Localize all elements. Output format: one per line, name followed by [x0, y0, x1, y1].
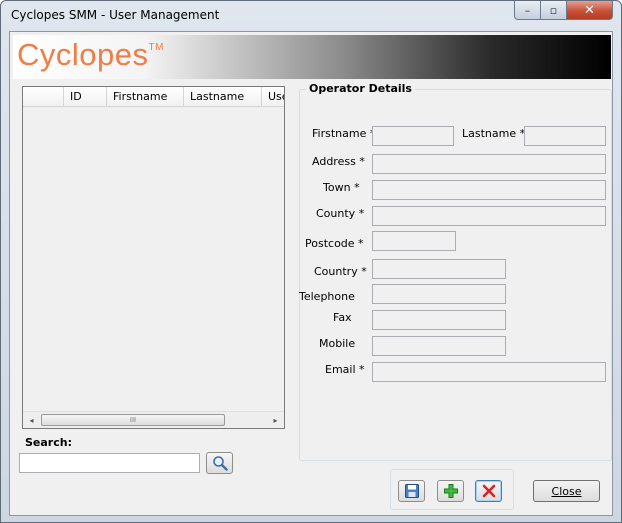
town-label: Town * [323, 181, 360, 194]
save-button[interactable] [398, 480, 425, 502]
fax-label: Fax [333, 311, 352, 324]
firstname-label: Firstname * [312, 127, 375, 140]
email-field[interactable] [372, 362, 606, 382]
minimize-button[interactable]: – [514, 1, 541, 20]
column-header-lastname[interactable]: Lastname [184, 87, 262, 106]
title-bar: Cyclopes SMM - User Management – ▫ ✕ [1, 1, 621, 31]
app-window: Cyclopes SMM - User Management – ▫ ✕ Cyc… [0, 0, 622, 523]
cyclopes-logo: CyclopesTM [17, 37, 164, 73]
column-header-firstname[interactable]: Firstname [107, 87, 184, 106]
close-button[interactable]: Close [533, 480, 600, 502]
red-x-icon [482, 484, 495, 498]
scroll-thumb[interactable]: III [41, 414, 225, 426]
row-header-column[interactable] [23, 87, 64, 106]
search-label: Search: [25, 436, 72, 449]
lastname-field[interactable] [524, 126, 606, 146]
window-title: Cyclopes SMM - User Management [11, 8, 220, 22]
postcode-label: Postcode * [305, 237, 364, 250]
column-header-username[interactable]: Use [262, 87, 284, 106]
operator-details-title: Operator Details [306, 82, 415, 95]
address-field[interactable] [372, 154, 606, 174]
mobile-label: Mobile [319, 337, 356, 350]
operators-grid[interactable]: ID Firstname Lastname Use ◂ III ▸ [22, 86, 285, 429]
telephone-field[interactable] [372, 284, 506, 304]
search-button[interactable] [206, 452, 233, 474]
address-label: Address * [312, 155, 365, 168]
add-button[interactable] [437, 480, 464, 502]
logo-trademark: TM [148, 42, 164, 53]
grid-header: ID Firstname Lastname Use [23, 87, 284, 107]
magnifier-icon [212, 456, 228, 471]
client-area: CyclopesTM ID Firstname Lastname Use ◂ I… [9, 31, 613, 516]
maximize-button[interactable]: ▫ [541, 1, 567, 20]
green-plus-icon [443, 484, 458, 498]
telephone-label: Telephone [299, 290, 355, 303]
close-button-label: Close [551, 484, 582, 498]
window-close-button[interactable]: ✕ [567, 1, 613, 20]
search-input[interactable] [19, 453, 200, 473]
delete-button[interactable] [475, 480, 502, 502]
brand-banner: CyclopesTM [13, 35, 611, 79]
mobile-field[interactable] [372, 336, 506, 356]
country-field[interactable] [372, 259, 506, 279]
column-header-id[interactable]: ID [64, 87, 107, 106]
lastname-label: Lastname * [462, 127, 526, 140]
firstname-field[interactable] [372, 126, 454, 146]
county-label: County * [316, 207, 365, 220]
town-field[interactable] [372, 180, 606, 200]
window-controls: – ▫ ✕ [514, 1, 613, 20]
county-field[interactable] [372, 206, 606, 226]
floppy-disk-icon [404, 484, 419, 498]
postcode-field[interactable] [372, 231, 456, 251]
country-label: Country * [314, 265, 367, 278]
horizontal-scrollbar[interactable]: ◂ III ▸ [23, 411, 284, 428]
email-label: Email * [325, 363, 365, 376]
fax-field[interactable] [372, 310, 506, 330]
scroll-left-icon[interactable]: ◂ [23, 412, 40, 428]
scroll-right-icon[interactable]: ▸ [267, 412, 284, 428]
logo-text: Cyclopes [17, 37, 149, 72]
